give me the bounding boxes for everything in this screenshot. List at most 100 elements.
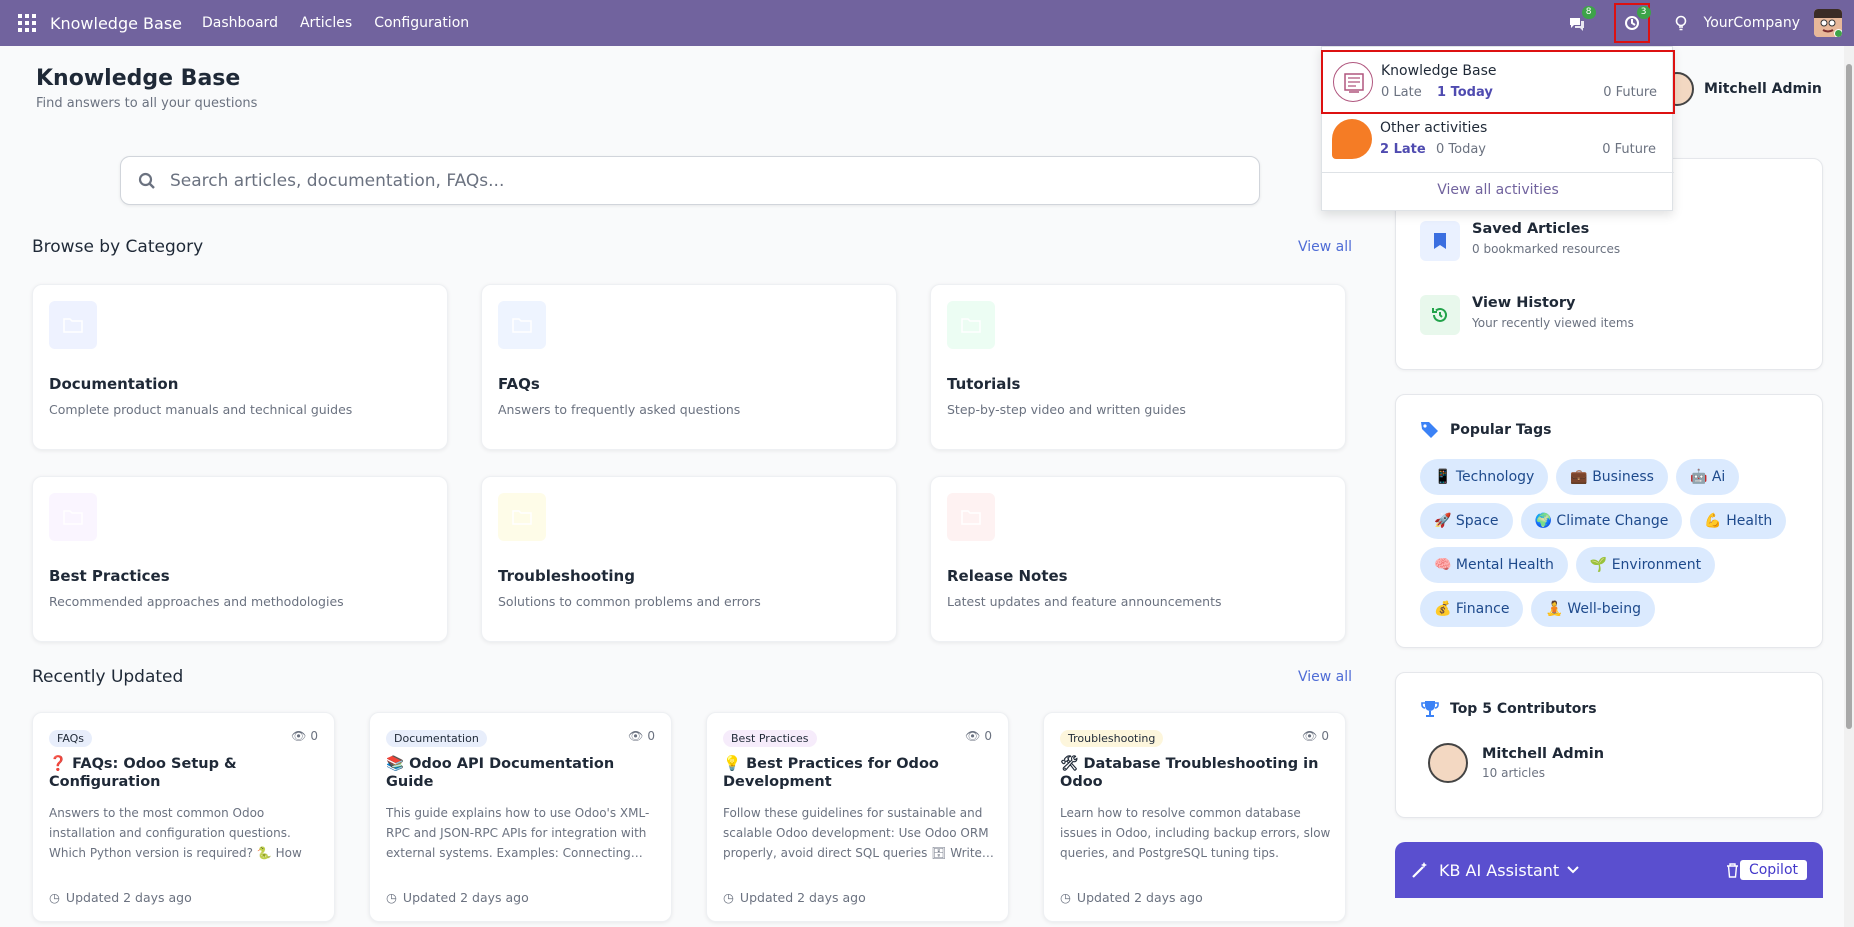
search-input[interactable]	[170, 170, 1170, 191]
article-views: 👁 0	[965, 729, 992, 743]
tag-business[interactable]: 💼 Business	[1556, 459, 1668, 495]
magic-wand-icon	[1412, 862, 1427, 878]
tag-icon	[1421, 422, 1438, 438]
article-tag: Troubleshooting	[1060, 730, 1164, 747]
article-card[interactable]: Best Practices 👁 0 💡 Best Practices for O…	[706, 712, 1009, 922]
updated-text: Updated 2 days ago	[65, 890, 192, 905]
category-card-faqs[interactable]: FAQs Answers to frequently asked questio…	[481, 284, 897, 450]
tag-space[interactable]: 🚀 Space	[1420, 503, 1513, 539]
category-card-best-practices[interactable]: Best Practices Recommended approaches an…	[32, 476, 448, 642]
view-history-title: View History	[1472, 295, 1576, 311]
contributor-name: Mitchell Admin	[1482, 746, 1605, 762]
late-count[interactable]: 2 Late	[1380, 142, 1426, 157]
app-brand[interactable]: Knowledge Base	[50, 14, 182, 33]
activity-group-other[interactable]: Other activities 2 Late 0 Today 0 Future	[1322, 109, 1674, 171]
top-navbar: Knowledge Base Dashboard Articles Config…	[0, 0, 1854, 46]
article-card[interactable]: Documentation 👁 0 📚 Odoo API Documentatio…	[369, 712, 672, 922]
chat-badge: 8	[1581, 6, 1596, 19]
activity-menu-toggle[interactable]: 3	[1613, 3, 1651, 43]
category-desc: Latest updates and feature announcements	[947, 594, 1222, 609]
category-name: Documentation	[49, 375, 179, 393]
future-count[interactable]: 0 Future	[1603, 85, 1657, 100]
tag-well-being[interactable]: 🧘 Well-being	[1531, 591, 1655, 627]
view-all-activities-link[interactable]: View all activities	[1322, 182, 1674, 198]
kb-ai-assistant-bar[interactable]: KB AI Assistant Copilot	[1395, 842, 1823, 898]
copilot-button[interactable]: Copilot	[1739, 860, 1807, 880]
page-subtitle: Find answers to all your questions	[36, 96, 258, 111]
article-card[interactable]: FAQs 👁 0 ❓ FAQs: Odoo Setup & Configurati…	[32, 712, 335, 922]
article-title: 💡 Best Practices for Odoo Development	[723, 756, 939, 790]
tag-ai[interactable]: 🤖 Ai	[1675, 459, 1740, 495]
tag-climate-change[interactable]: 🌍 Climate Change	[1520, 503, 1683, 539]
knowledge-base-app-icon	[1333, 62, 1373, 102]
company-switcher[interactable]: YourCompany	[1704, 15, 1801, 31]
article-updated: ◷ Updated 2 days ago	[723, 890, 866, 905]
late-count[interactable]: 0 Late	[1381, 85, 1422, 100]
menu-articles[interactable]: Articles	[300, 15, 352, 31]
dropdown-divider	[1322, 172, 1674, 173]
folder-icon	[49, 301, 97, 349]
category-name: Troubleshooting	[498, 567, 635, 585]
popular-tags-card: Popular Tags 📱 Technology 💼 Business 🤖 A…	[1395, 394, 1823, 648]
user-info: Mitchell Admin	[1660, 72, 1822, 106]
main-menu: Dashboard Articles Configuration	[202, 15, 469, 31]
category-name: Release Notes	[947, 567, 1068, 585]
tag-environment[interactable]: 🌱 Environment	[1575, 547, 1716, 583]
tag-finance[interactable]: 💰 Finance	[1420, 591, 1524, 627]
other-activities-icon	[1332, 119, 1372, 159]
folder-icon	[947, 301, 995, 349]
chat-icon[interactable]: 8	[1566, 6, 1596, 34]
article-tag: Documentation	[386, 730, 487, 747]
activity-badge: 3	[1636, 6, 1651, 19]
navbar-systray: 8 3 YourCompany	[1566, 0, 1854, 46]
tag-technology[interactable]: 📱 Technology	[1420, 459, 1549, 495]
activity-group-name: Other activities	[1380, 120, 1488, 136]
article-updated: ◷ Updated 2 days ago	[386, 890, 529, 905]
category-card-documentation[interactable]: Documentation Complete product manuals a…	[32, 284, 448, 450]
categories-view-all-link[interactable]: View all	[1298, 239, 1352, 255]
menu-dashboard[interactable]: Dashboard	[202, 15, 278, 31]
page-scrollbar[interactable]	[1844, 46, 1854, 927]
apps-grid-icon[interactable]	[18, 14, 36, 32]
menu-configuration[interactable]: Configuration	[374, 15, 469, 31]
category-desc: Solutions to common problems and errors	[498, 594, 761, 609]
trash-icon[interactable]	[1726, 862, 1739, 878]
clock-icon: ◷	[386, 890, 397, 905]
article-card[interactable]: Troubleshooting 👁 0 🛠 Database Troublesho…	[1043, 712, 1346, 922]
category-card-troubleshooting[interactable]: Troubleshooting Solutions to common prob…	[481, 476, 897, 642]
user-avatar[interactable]	[1814, 9, 1842, 37]
category-card-tutorials[interactable]: Tutorials Step-by-step video and written…	[930, 284, 1346, 450]
article-updated: ◷ Updated 2 days ago	[1060, 890, 1203, 905]
article-title: ❓ FAQs: Odoo Setup & Configuration	[49, 756, 237, 790]
updated-text: Updated 2 days ago	[402, 890, 529, 905]
category-card-release-notes[interactable]: Release Notes Latest updates and feature…	[930, 476, 1346, 642]
browse-category-title: Browse by Category	[32, 237, 204, 257]
today-count[interactable]: 1 Today	[1437, 85, 1493, 100]
contributor-count: 10 articles	[1482, 766, 1545, 780]
clock-icon: ◷	[723, 890, 734, 905]
eye-icon: 👁	[291, 729, 307, 743]
recent-view-all-link[interactable]: View all	[1298, 669, 1352, 685]
contributor-row[interactable]: Mitchell Admin 10 articles	[1428, 743, 1604, 783]
saved-articles-link[interactable]: Saved Articles 0 bookmarked resources	[1420, 221, 1620, 261]
activity-group-knowledge-base[interactable]: Knowledge Base 0 Late 1 Today 0 Future	[1321, 50, 1675, 114]
category-name: Tutorials	[947, 375, 1021, 393]
tag-mental-health[interactable]: 🧠 Mental Health	[1420, 547, 1568, 583]
clock-icon: ◷	[49, 890, 60, 905]
history-icon	[1420, 295, 1460, 335]
view-history-sub: Your recently viewed items	[1472, 316, 1634, 330]
tag-list: 📱 Technology 💼 Business 🤖 Ai 🚀 Space 🌍 C…	[1420, 459, 1810, 627]
article-views: 👁 0	[1302, 729, 1329, 743]
future-count[interactable]: 0 Future	[1602, 142, 1656, 157]
tag-health[interactable]: 💪 Health	[1690, 503, 1787, 539]
today-count[interactable]: 0 Today	[1436, 142, 1486, 157]
lightbulb-icon[interactable]	[1670, 12, 1692, 34]
activity-dropdown: Knowledge Base 0 Late 1 Today 0 Future O…	[1321, 46, 1675, 211]
eye-icon: 👁	[1302, 729, 1318, 743]
view-history-link[interactable]: View History Your recently viewed items	[1420, 295, 1634, 335]
scrollbar-thumb[interactable]	[1846, 64, 1852, 729]
eye-icon: 👁	[628, 729, 644, 743]
article-excerpt: Follow these guidelines for sustainable …	[723, 806, 994, 860]
updated-text: Updated 2 days ago	[739, 890, 866, 905]
clock-icon: 3	[1621, 6, 1651, 34]
